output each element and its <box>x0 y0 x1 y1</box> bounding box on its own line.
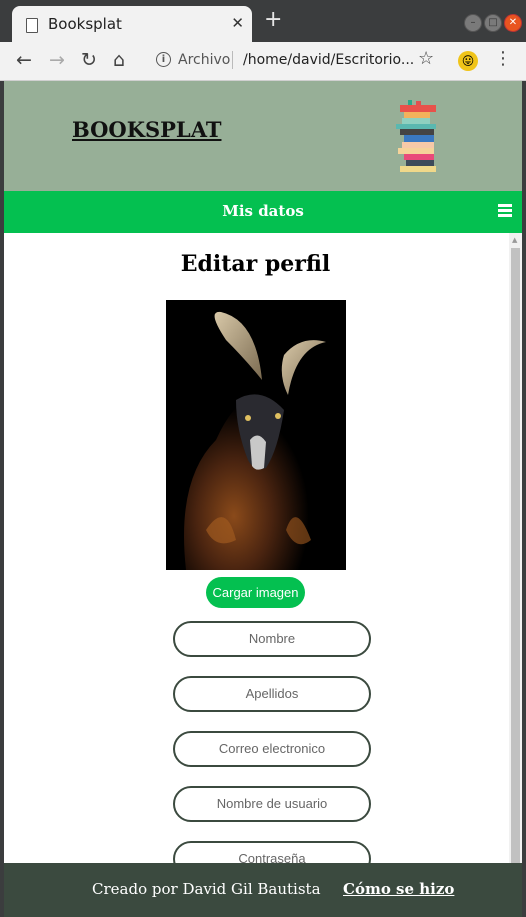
site-title[interactable]: BOOKSPLAT <box>72 117 221 142</box>
home-icon[interactable]: ⌂ <box>113 49 125 71</box>
upload-image-button[interactable]: Cargar imagen <box>206 577 305 608</box>
scrollbar[interactable]: ▲ <box>509 233 522 865</box>
scrollbar-thumb[interactable] <box>511 248 520 865</box>
new-tab-icon[interactable]: + <box>264 9 282 31</box>
reload-icon[interactable]: ↻ <box>81 49 97 71</box>
surname-field[interactable]: Apellidos <box>173 676 371 712</box>
page-viewport: BOOKSPLAT Mis datos Editar perfil Cargar… <box>4 81 522 917</box>
bookmark-star-icon[interactable]: ☆ <box>418 48 434 69</box>
profile-image <box>166 300 346 570</box>
footer: Creado por David Gil Bautista Cómo se hi… <box>4 863 522 917</box>
tab-title: Booksplat <box>48 15 122 33</box>
email-field[interactable]: Correo electronico <box>173 731 371 767</box>
nav-title: Mis datos <box>222 202 304 220</box>
page-title: Editar perfil <box>180 251 331 277</box>
site-header: BOOKSPLAT <box>4 81 522 191</box>
url-separator <box>232 51 233 69</box>
tab-close-icon[interactable]: ✕ <box>231 14 244 32</box>
how-it-was-made-link[interactable]: Cómo se hizo <box>343 880 454 898</box>
window-close-icon[interactable]: ✕ <box>504 14 522 32</box>
forward-icon[interactable]: → <box>49 49 65 71</box>
username-field[interactable]: Nombre de usuario <box>173 786 371 822</box>
maximize-icon[interactable]: □ <box>484 14 502 32</box>
footer-credit: Creado por David Gil Bautista <box>92 880 321 898</box>
hamburger-menu-icon[interactable] <box>498 204 512 217</box>
navbar: Mis datos <box>4 191 522 233</box>
profile-avatar-icon[interactable]: 😛 <box>458 51 478 71</box>
more-menu-icon[interactable]: ⋮ <box>494 48 512 69</box>
url-scheme[interactable]: Archivo <box>178 52 230 68</box>
minimize-icon[interactable]: – <box>464 14 482 32</box>
browser-toolbar: ← → ↻ ⌂ i Archivo /home/david/Escritorio… <box>0 42 526 81</box>
scroll-up-icon[interactable]: ▲ <box>512 236 517 244</box>
browser-tab[interactable]: Booksplat ✕ <box>12 6 252 42</box>
document-icon <box>26 18 38 33</box>
browser-titlebar: Booksplat ✕ + – □ ✕ <box>0 0 526 42</box>
address-bar[interactable]: /home/david/Escritorio... <box>243 52 414 68</box>
back-icon[interactable]: ← <box>16 49 32 71</box>
name-field[interactable]: Nombre <box>173 621 371 657</box>
books-stack-logo-icon <box>396 100 436 172</box>
info-icon[interactable]: i <box>156 52 171 67</box>
